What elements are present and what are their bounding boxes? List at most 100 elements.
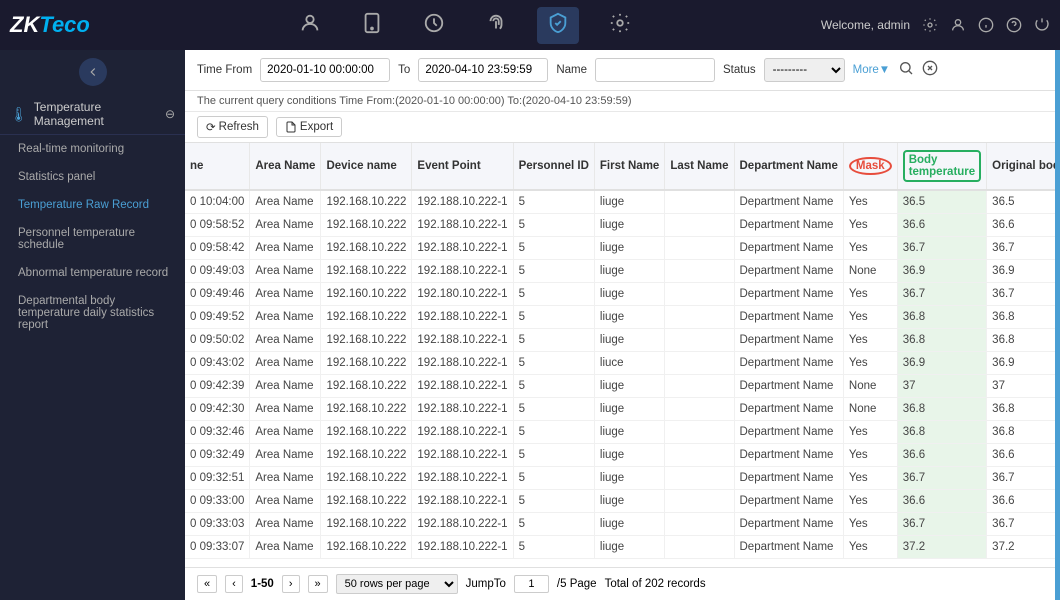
cell-mask-11: Yes (843, 444, 897, 467)
cell-dept-4: Department Name (734, 283, 843, 306)
col-event: Event Point (412, 143, 513, 190)
page-range: 1-50 (251, 578, 274, 590)
col-area: Area Name (250, 143, 321, 190)
cell-mask-2: Yes (843, 237, 897, 260)
cell-event-15: 192.188.10.222-1 (412, 536, 513, 559)
cell-fname-7: liuce (594, 352, 664, 375)
cell-lname-14 (665, 513, 734, 536)
cell-orig-temp-9: 36.8 (987, 398, 1055, 421)
cell-dept-8: Department Name (734, 375, 843, 398)
time-from-input[interactable] (260, 58, 390, 82)
total-info: Total of 202 records (605, 578, 706, 590)
cell-fname-10: liuge (594, 421, 664, 444)
cell-lname-7 (665, 352, 734, 375)
jump-to-input[interactable] (514, 575, 549, 593)
cell-orig-temp-2: 36.7 (987, 237, 1055, 260)
nav-info-icon[interactable] (978, 17, 994, 33)
export-label: Export (300, 121, 333, 133)
cell-dept-13: Department Name (734, 490, 843, 513)
cell-pid-5: 5 (513, 306, 594, 329)
cell-area-13: Area Name (250, 490, 321, 513)
cell-device-12: 192.168.10.222 (321, 467, 412, 490)
nav-gear-icon[interactable] (599, 7, 641, 44)
cell-device-3: 192.168.10.222 (321, 260, 412, 283)
cell-time-1: 0 09:58:52 (185, 214, 250, 237)
logo-eco: Teco (39, 12, 90, 38)
nav-person-icon[interactable] (289, 7, 331, 44)
export-button[interactable]: Export (276, 117, 342, 137)
status-select[interactable]: --------- Normal Exception (764, 58, 845, 82)
nav-settings-icon[interactable] (922, 17, 938, 33)
sidebar-item-0[interactable]: Real-time monitoring (0, 135, 185, 163)
cell-body-temp-8: 37 (897, 375, 986, 398)
module-collapse-icon[interactable]: ⊖ (165, 107, 175, 121)
sidebar-item-2[interactable]: Temperature Raw Record (0, 191, 185, 219)
cell-lname-15 (665, 536, 734, 559)
table-row: 0 09:32:51 Area Name 192.168.10.222 192.… (185, 467, 1055, 490)
nav-help-icon[interactable] (1006, 17, 1022, 33)
clear-button[interactable] (922, 60, 938, 81)
next-button[interactable]: › (282, 575, 300, 593)
cell-pid-14: 5 (513, 513, 594, 536)
col-body-temp: Bodytemperature (897, 143, 986, 190)
table-row: 0 09:32:46 Area Name 192.168.10.222 192.… (185, 421, 1055, 444)
cell-body-temp-6: 36.8 (897, 329, 986, 352)
module-title: 🌡 Temperature Management ⊖ (0, 94, 185, 135)
cell-event-13: 192.188.10.222-1 (412, 490, 513, 513)
cell-time-5: 0 09:49:52 (185, 306, 250, 329)
cell-body-temp-5: 36.8 (897, 306, 986, 329)
table-row: 0 09:58:52 Area Name 192.168.10.222 192.… (185, 214, 1055, 237)
sidebar-back-area (0, 50, 185, 94)
cell-time-13: 0 09:33:00 (185, 490, 250, 513)
nav-clock-icon[interactable] (413, 7, 455, 44)
nav-user-icon[interactable] (950, 17, 966, 33)
cell-orig-temp-1: 36.6 (987, 214, 1055, 237)
time-to-input[interactable] (418, 58, 548, 82)
cell-event-9: 192.188.10.222-1 (412, 398, 513, 421)
cell-fname-15: liuge (594, 536, 664, 559)
sidebar-item-1[interactable]: Statistics panel (0, 163, 185, 191)
cell-body-temp-3: 36.9 (897, 260, 986, 283)
cell-mask-9: None (843, 398, 897, 421)
cell-body-temp-2: 36.7 (897, 237, 986, 260)
cell-pid-15: 5 (513, 536, 594, 559)
cell-pid-6: 5 (513, 329, 594, 352)
sidebar-item-5[interactable]: Departmental body temperature daily stat… (0, 287, 185, 339)
cell-fname-3: liuge (594, 260, 664, 283)
cell-orig-temp-7: 36.9 (987, 352, 1055, 375)
search-button[interactable] (898, 60, 914, 81)
cell-time-11: 0 09:32:49 (185, 444, 250, 467)
cell-mask-10: Yes (843, 421, 897, 444)
prev-button[interactable]: ‹ (225, 575, 243, 593)
cell-area-7: Area Name (250, 352, 321, 375)
cell-fname-5: liuge (594, 306, 664, 329)
col-pid: Personnel ID (513, 143, 594, 190)
nav-icons-bar (110, 7, 821, 44)
cell-area-6: Area Name (250, 329, 321, 352)
nav-phone-icon[interactable] (351, 7, 393, 44)
prev-prev-button[interactable]: « (197, 575, 217, 593)
cell-event-7: 192.188.10.222-1 (412, 352, 513, 375)
rows-per-page-select[interactable]: 25 rows per page 50 rows per page 100 ro… (336, 574, 458, 594)
cell-fname-8: liuge (594, 375, 664, 398)
nav-power-icon[interactable] (1034, 17, 1050, 33)
cell-lname-10 (665, 421, 734, 444)
next-next-button[interactable]: » (308, 575, 328, 593)
name-input[interactable] (595, 58, 715, 82)
nav-fingerprint-icon[interactable] (475, 7, 517, 44)
cell-orig-temp-15: 37.2 (987, 536, 1055, 559)
cell-area-10: Area Name (250, 421, 321, 444)
cell-mask-13: Yes (843, 490, 897, 513)
cell-mask-7: Yes (843, 352, 897, 375)
cell-lname-1 (665, 214, 734, 237)
cell-device-14: 192.168.10.222 (321, 513, 412, 536)
sidebar-item-4[interactable]: Abnormal temperature record (0, 259, 185, 287)
refresh-button[interactable]: ⟳ Refresh (197, 116, 268, 138)
nav-shield-icon[interactable] (537, 7, 579, 44)
cell-fname-9: liuge (594, 398, 664, 421)
cell-event-3: 192.188.10.222-1 (412, 260, 513, 283)
back-button[interactable] (79, 58, 107, 86)
more-button[interactable]: More▼ (853, 64, 891, 76)
sidebar-item-3[interactable]: Personnel temperature schedule (0, 219, 185, 259)
cell-time-4: 0 09:49:46 (185, 283, 250, 306)
